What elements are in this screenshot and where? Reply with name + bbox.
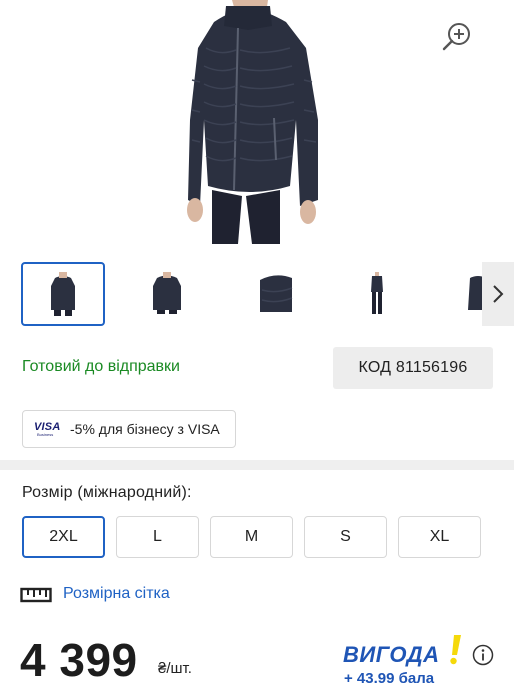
thumbnail-1[interactable]: [21, 262, 105, 326]
size-option-s[interactable]: S: [304, 516, 387, 558]
jacket-thumbnail-detail: [260, 275, 293, 312]
info-button[interactable]: [472, 644, 494, 666]
thumbnails-next-button[interactable]: [482, 262, 514, 326]
thumbnail-4[interactable]: [335, 262, 419, 326]
ruler-icon: [20, 587, 52, 603]
size-option-m[interactable]: M: [210, 516, 293, 558]
visa-promo-text: -5% для бізнесу з VISA: [70, 421, 220, 437]
size-option-l[interactable]: L: [116, 516, 199, 558]
info-icon: [472, 644, 494, 666]
availability-status: Готовий до відправки: [22, 358, 180, 375]
section-divider: [0, 460, 514, 470]
size-option-2xl[interactable]: 2XL: [22, 516, 105, 558]
price-unit: ₴/шт.: [158, 660, 192, 677]
thumbnail-3[interactable]: [230, 262, 314, 326]
vygoda-logo-text: ВИГОДА: [343, 642, 440, 667]
zoom-in-button[interactable]: [440, 20, 474, 54]
jacket-thumbnail-front: [51, 272, 75, 316]
thumbnail-2[interactable]: [125, 262, 209, 326]
size-chart-label: Розмірна сітка: [63, 585, 170, 602]
visa-business-logo: VISA Business: [34, 421, 61, 437]
size-label: Розмір (міжнародний):: [22, 484, 192, 501]
jacket-photo: [187, 0, 318, 244]
visa-promo-chip[interactable]: VISA Business -5% для бізнесу з VISA: [22, 410, 236, 448]
vygoda-exclamation-icon: [450, 635, 461, 665]
size-option-xl[interactable]: XL: [398, 516, 481, 558]
jacket-thumbnail-front-2: [153, 272, 181, 314]
chevron-right-icon: [493, 285, 504, 303]
price-amount: 4 399: [20, 634, 138, 686]
zoom-in-icon: [442, 23, 470, 51]
jacket-thumbnail-full: [371, 272, 383, 314]
product-main-image[interactable]: [0, 0, 514, 250]
thumbnail-strip: [0, 262, 514, 328]
size-chart-link[interactable]: Розмірна сітка: [20, 583, 190, 607]
vygoda-points: + 43.99 бала: [344, 670, 435, 687]
product-code: КОД 81156196: [333, 347, 493, 389]
